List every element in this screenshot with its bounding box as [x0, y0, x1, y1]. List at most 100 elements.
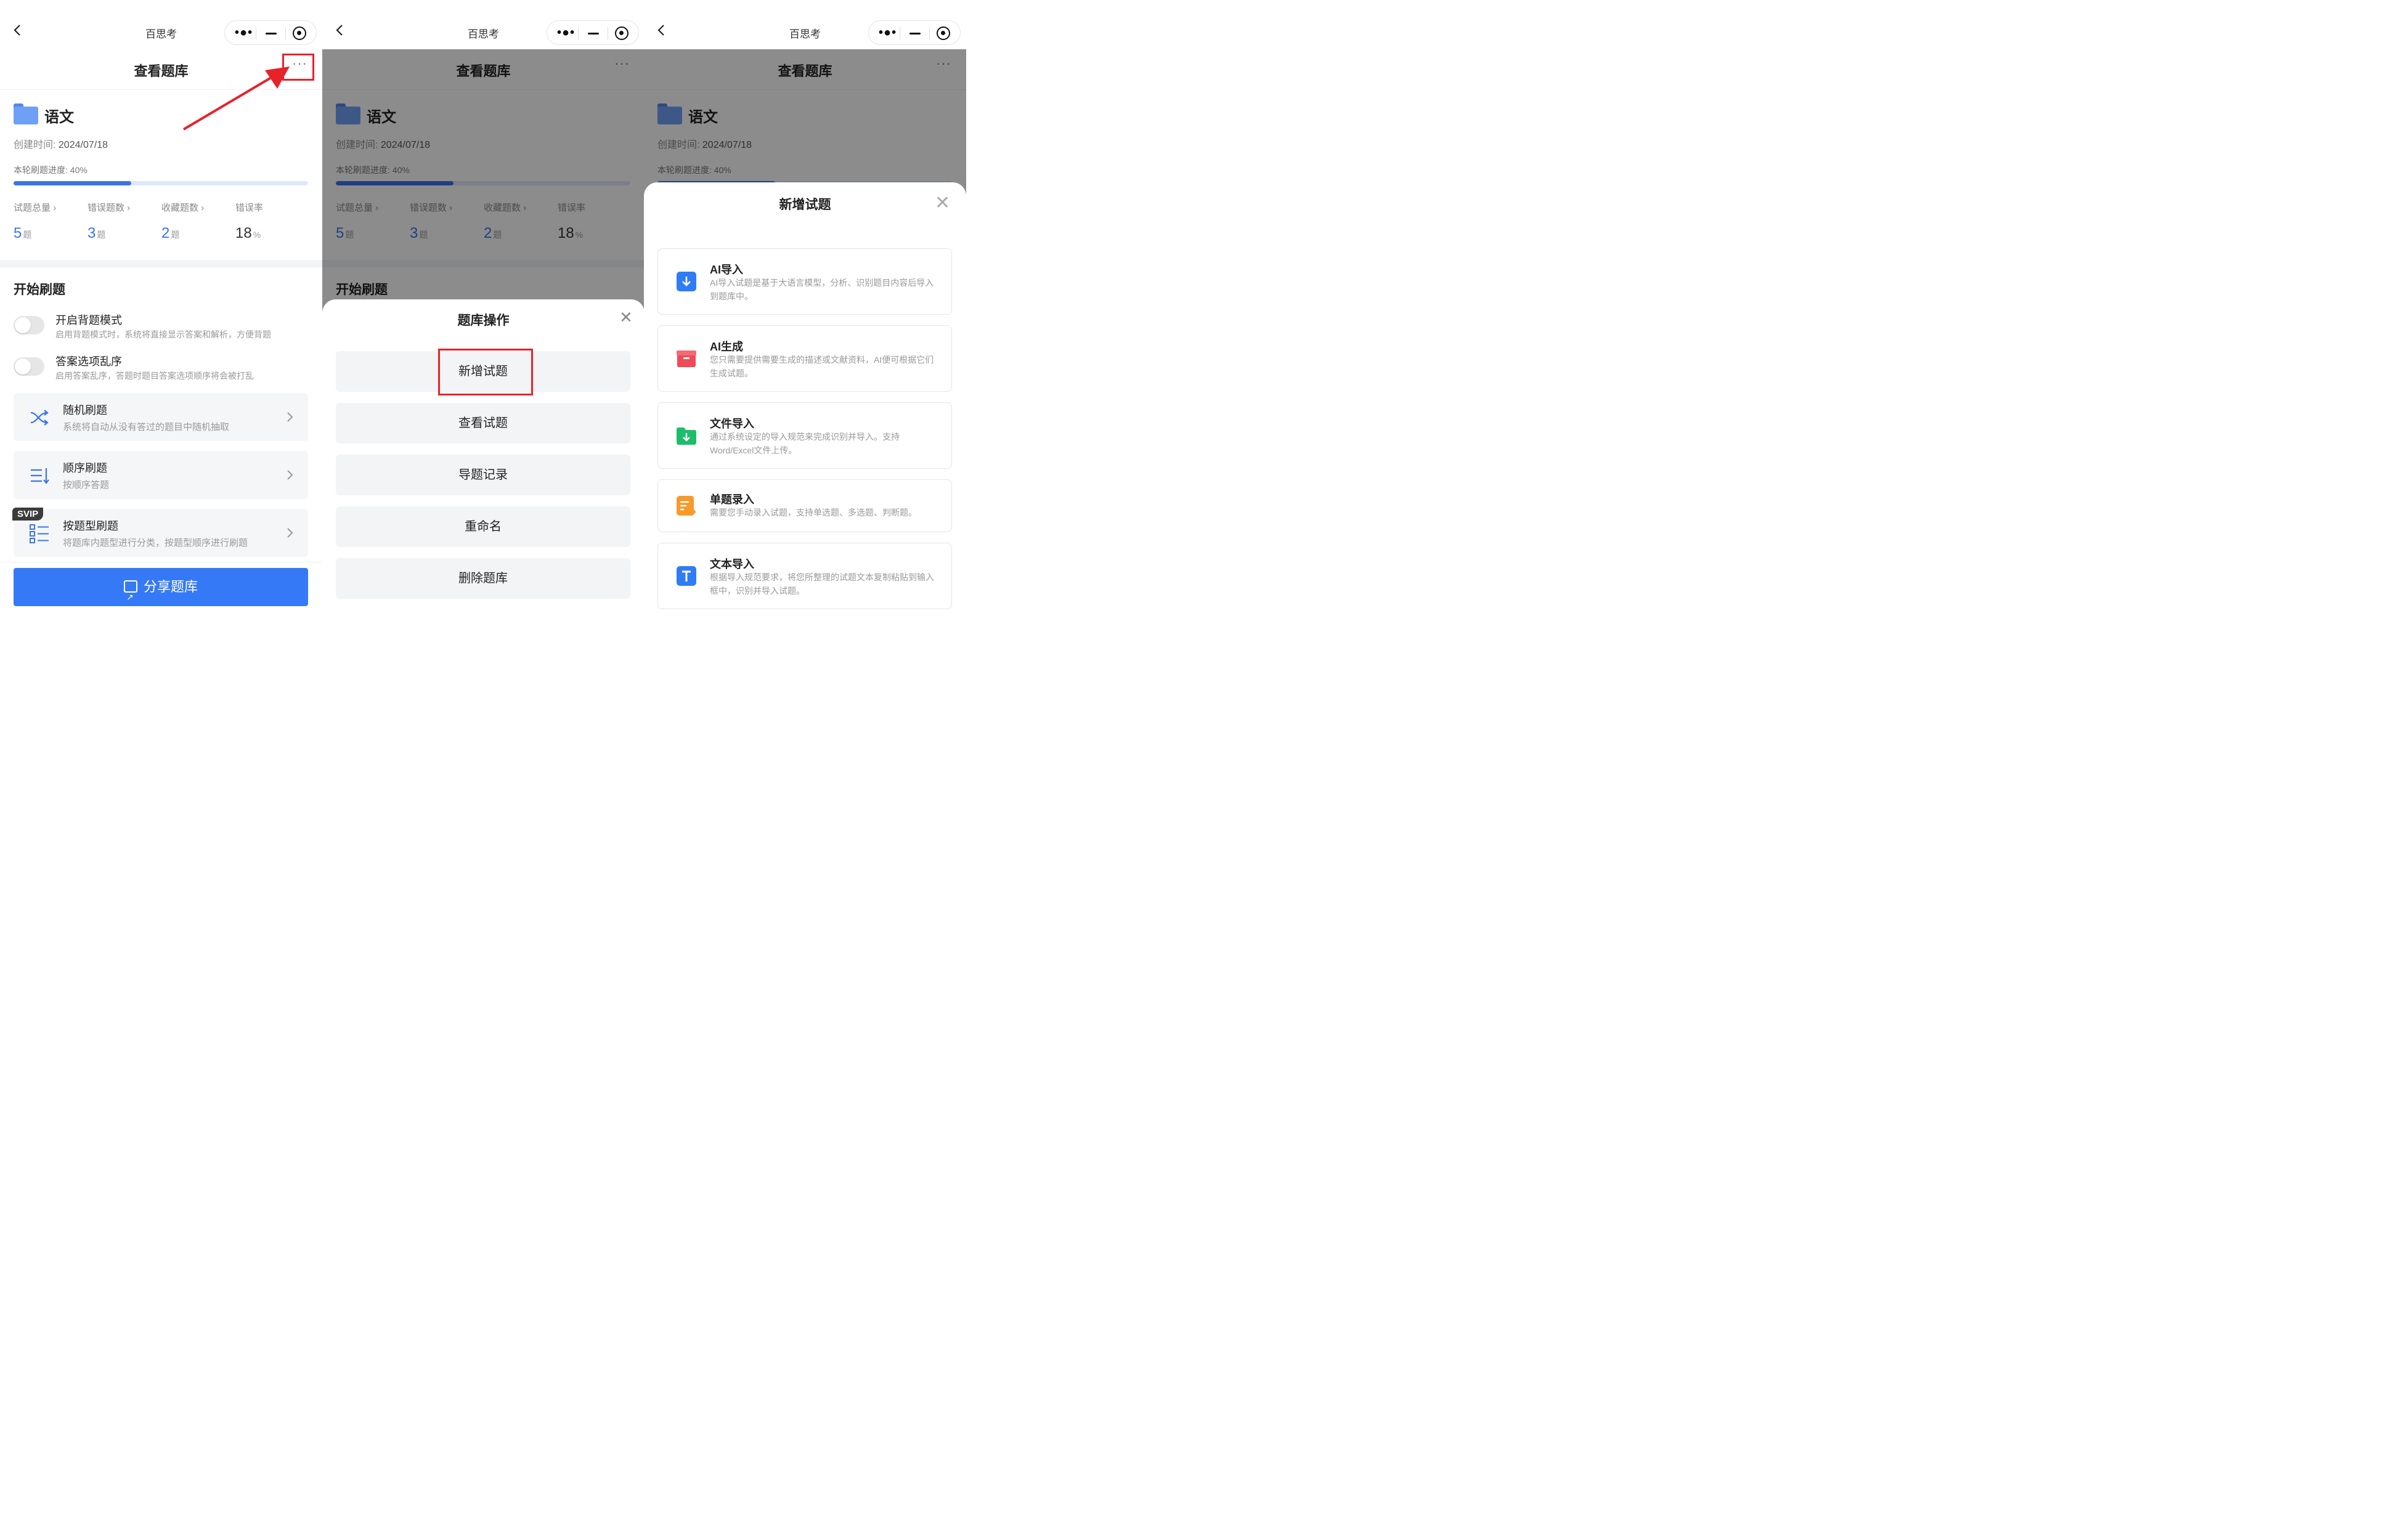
created-time: 创建时间: 2024/07/18 [14, 136, 108, 151]
card-title: 按题型刷题 [63, 520, 118, 532]
more-menu-icon[interactable]: •●• [557, 26, 575, 39]
card-desc: 将题库内题型进行分类，按题型顺序进行刷题 [63, 538, 248, 548]
stat-label: 错误率 [235, 203, 264, 213]
stat-value: 18 [235, 225, 252, 241]
add-questions-sheet: 新增试题 ✕ AI导入 AI导入试题是基于大语言模型，分析、识别题目内容后导入到… [644, 182, 966, 626]
mini-program-capsule: •●• [224, 20, 317, 45]
minimize-icon[interactable] [266, 33, 277, 34]
share-icon [123, 578, 137, 616]
close-icon[interactable]: ✕ [935, 192, 950, 214]
close-miniprogram-icon[interactable] [293, 26, 306, 40]
stat-label: 错误题数 › [87, 203, 131, 213]
chevron-right-icon [287, 470, 293, 480]
sheet-title: 题库操作 [457, 314, 510, 328]
stat-total[interactable]: 试题总量 › 5 题 [14, 201, 81, 242]
ai-import-option[interactable]: AI导入 AI导入试题是基于大语言模型，分析、识别题目内容后导入到题库中。 [657, 248, 952, 315]
option-desc: 您只需要提供需要生成的描述或文献资料，AI便可根据它们生成试题。 [710, 355, 934, 378]
panel-bank-operations: 百思考 •●• 查看题库 ··· 语文 创建时间: 2024/07/18 本轮刷… [322, 0, 645, 626]
share-bank-button[interactable]: 分享题库 [14, 568, 308, 616]
bank-name: 语文 [44, 109, 74, 126]
stat-wrong[interactable]: 错误题数 › 3 题 [87, 201, 155, 242]
text-import-option[interactable]: 文本导入 根据导入规范要求，将您所整理的试题文本复制粘贴到输入框中，识别并导入试… [657, 543, 952, 609]
svip-badge: SVIP [12, 508, 44, 521]
stat-value: 3 [87, 225, 96, 241]
import-records-button[interactable]: 导题记录 [336, 455, 630, 495]
section-divider [0, 260, 322, 267]
nav-bar: 百思考 •●• [322, 0, 645, 49]
progress-bar [14, 181, 308, 185]
option-title: 开启背题模式 [55, 314, 122, 326]
option-title: AI生成 [710, 341, 743, 353]
progress-label: 本轮刷题进度: 40% [14, 165, 87, 175]
sheet-title: 新增试题 [779, 198, 831, 212]
by-type-practice-card[interactable]: SVIP 按题型刷题 将题库内题型进行分类，按题型顺序进行刷题 [12, 508, 308, 557]
created-date: 2024/07/18 [58, 140, 108, 150]
memorize-mode-toggle[interactable] [14, 316, 44, 334]
stat-unit: 题 [23, 230, 32, 240]
annotation-highlight-box [438, 349, 533, 395]
folder-icon [14, 103, 38, 124]
file-import-option[interactable]: 文件导入 通过系统设定的导入规范来完成识别并导入。支持Word/Excel文件上… [657, 402, 952, 469]
option-desc: 启用背题模式时，系统将直接显示答案和解析，方便背题 [55, 330, 271, 339]
card-title: 顺序刷题 [63, 462, 107, 474]
single-entry-icon [677, 496, 696, 516]
shuffle-answers-toggle[interactable] [14, 357, 44, 376]
minimize-icon[interactable] [588, 33, 599, 34]
option-desc: AI导入试题是基于大语言模型，分析、识别题目内容后导入到题库中。 [710, 278, 934, 301]
more-menu-icon[interactable]: •●• [879, 26, 897, 39]
option-title: AI导入 [710, 264, 743, 276]
text-import-icon [677, 566, 696, 586]
option-title: 单题录入 [710, 493, 754, 506]
stat-unit: 题 [171, 230, 180, 240]
capsule-divider [929, 27, 930, 39]
card-title: 随机刷题 [63, 404, 107, 416]
option-title: 文本导入 [710, 558, 754, 570]
ai-generate-option[interactable]: AI生成 您只需要提供需要生成的描述或文献资料，AI便可根据它们生成试题。 [657, 325, 952, 392]
panel-add-questions: 百思考 •●• 查看题库 ··· 语文 创建时间: 2024/07/18 本轮刷… [644, 0, 966, 626]
chevron-right-icon [287, 412, 293, 422]
stat-value: 2 [161, 225, 170, 241]
option-desc: 需要您手动录入试题，支持单选题、多选题、判断题。 [710, 508, 917, 517]
progress-bar-fill [14, 181, 132, 185]
mini-program-capsule: •●• [547, 20, 639, 45]
mini-program-capsule: •●• [868, 20, 961, 45]
file-import-icon [677, 428, 696, 445]
single-entry-option[interactable]: 单题录入 需要您手动录入试题，支持单选题、多选题、判断题。 [657, 479, 952, 532]
close-icon[interactable]: ✕ [619, 308, 633, 327]
list-order-icon [31, 468, 49, 484]
option-title: 答案选项乱序 [55, 355, 122, 368]
ai-import-icon [677, 272, 696, 291]
created-label: 创建时间: [14, 140, 56, 150]
close-miniprogram-icon[interactable] [937, 26, 950, 40]
stat-value: 5 [14, 225, 22, 241]
stat-label: 收藏题数 › [161, 203, 205, 213]
panel-bank-detail: 百思考 •●• 查看题库 ··· 语文 创建时间: 2024/07/18 本轮刷… [0, 0, 322, 626]
option-desc: 根据导入规范要求，将您所整理的试题文本复制粘贴到输入框中，识别并导入试题。 [710, 572, 934, 596]
category-icon [30, 524, 49, 543]
delete-bank-button[interactable]: 删除题库 [336, 558, 630, 599]
card-desc: 按顺序答题 [63, 480, 110, 490]
section-title: 开始刷题 [14, 283, 65, 297]
nav-bar: 百思考 •●• [644, 0, 966, 49]
stat-favorites[interactable]: 收藏题数 › 2 题 [161, 201, 229, 242]
option-title: 文件导入 [710, 418, 754, 430]
stat-unit: 题 [97, 230, 106, 240]
minimize-icon[interactable] [909, 33, 921, 34]
stat-label: 试题总量 › [14, 203, 57, 213]
option-desc: 通过系统设定的导入规范来完成识别并导入。支持Word/Excel文件上传。 [710, 432, 900, 455]
chevron-right-icon [287, 528, 293, 538]
view-questions-button[interactable]: 查看试题 [336, 403, 630, 444]
more-menu-icon[interactable]: •●• [235, 26, 253, 39]
random-practice-card[interactable]: 随机刷题 系统将自动从没有答过的题目中随机抽取 [14, 393, 308, 441]
card-desc: 系统将自动从没有答过的题目中随机抽取 [63, 422, 230, 432]
option-desc: 启用答案乱序，答题时题目答案选项顺序将会被打乱 [55, 371, 254, 381]
sequential-practice-card[interactable]: 顺序刷题 按顺序答题 [14, 451, 308, 499]
close-miniprogram-icon[interactable] [615, 26, 629, 40]
capsule-divider [578, 27, 579, 39]
capsule-divider [285, 27, 286, 39]
stat-unit: % [253, 230, 261, 240]
shuffle-icon [30, 410, 49, 426]
rename-button[interactable]: 重命名 [336, 506, 630, 547]
share-button-label: 分享题库 [143, 579, 198, 594]
stat-error-rate: 错误率 18% [235, 201, 303, 242]
